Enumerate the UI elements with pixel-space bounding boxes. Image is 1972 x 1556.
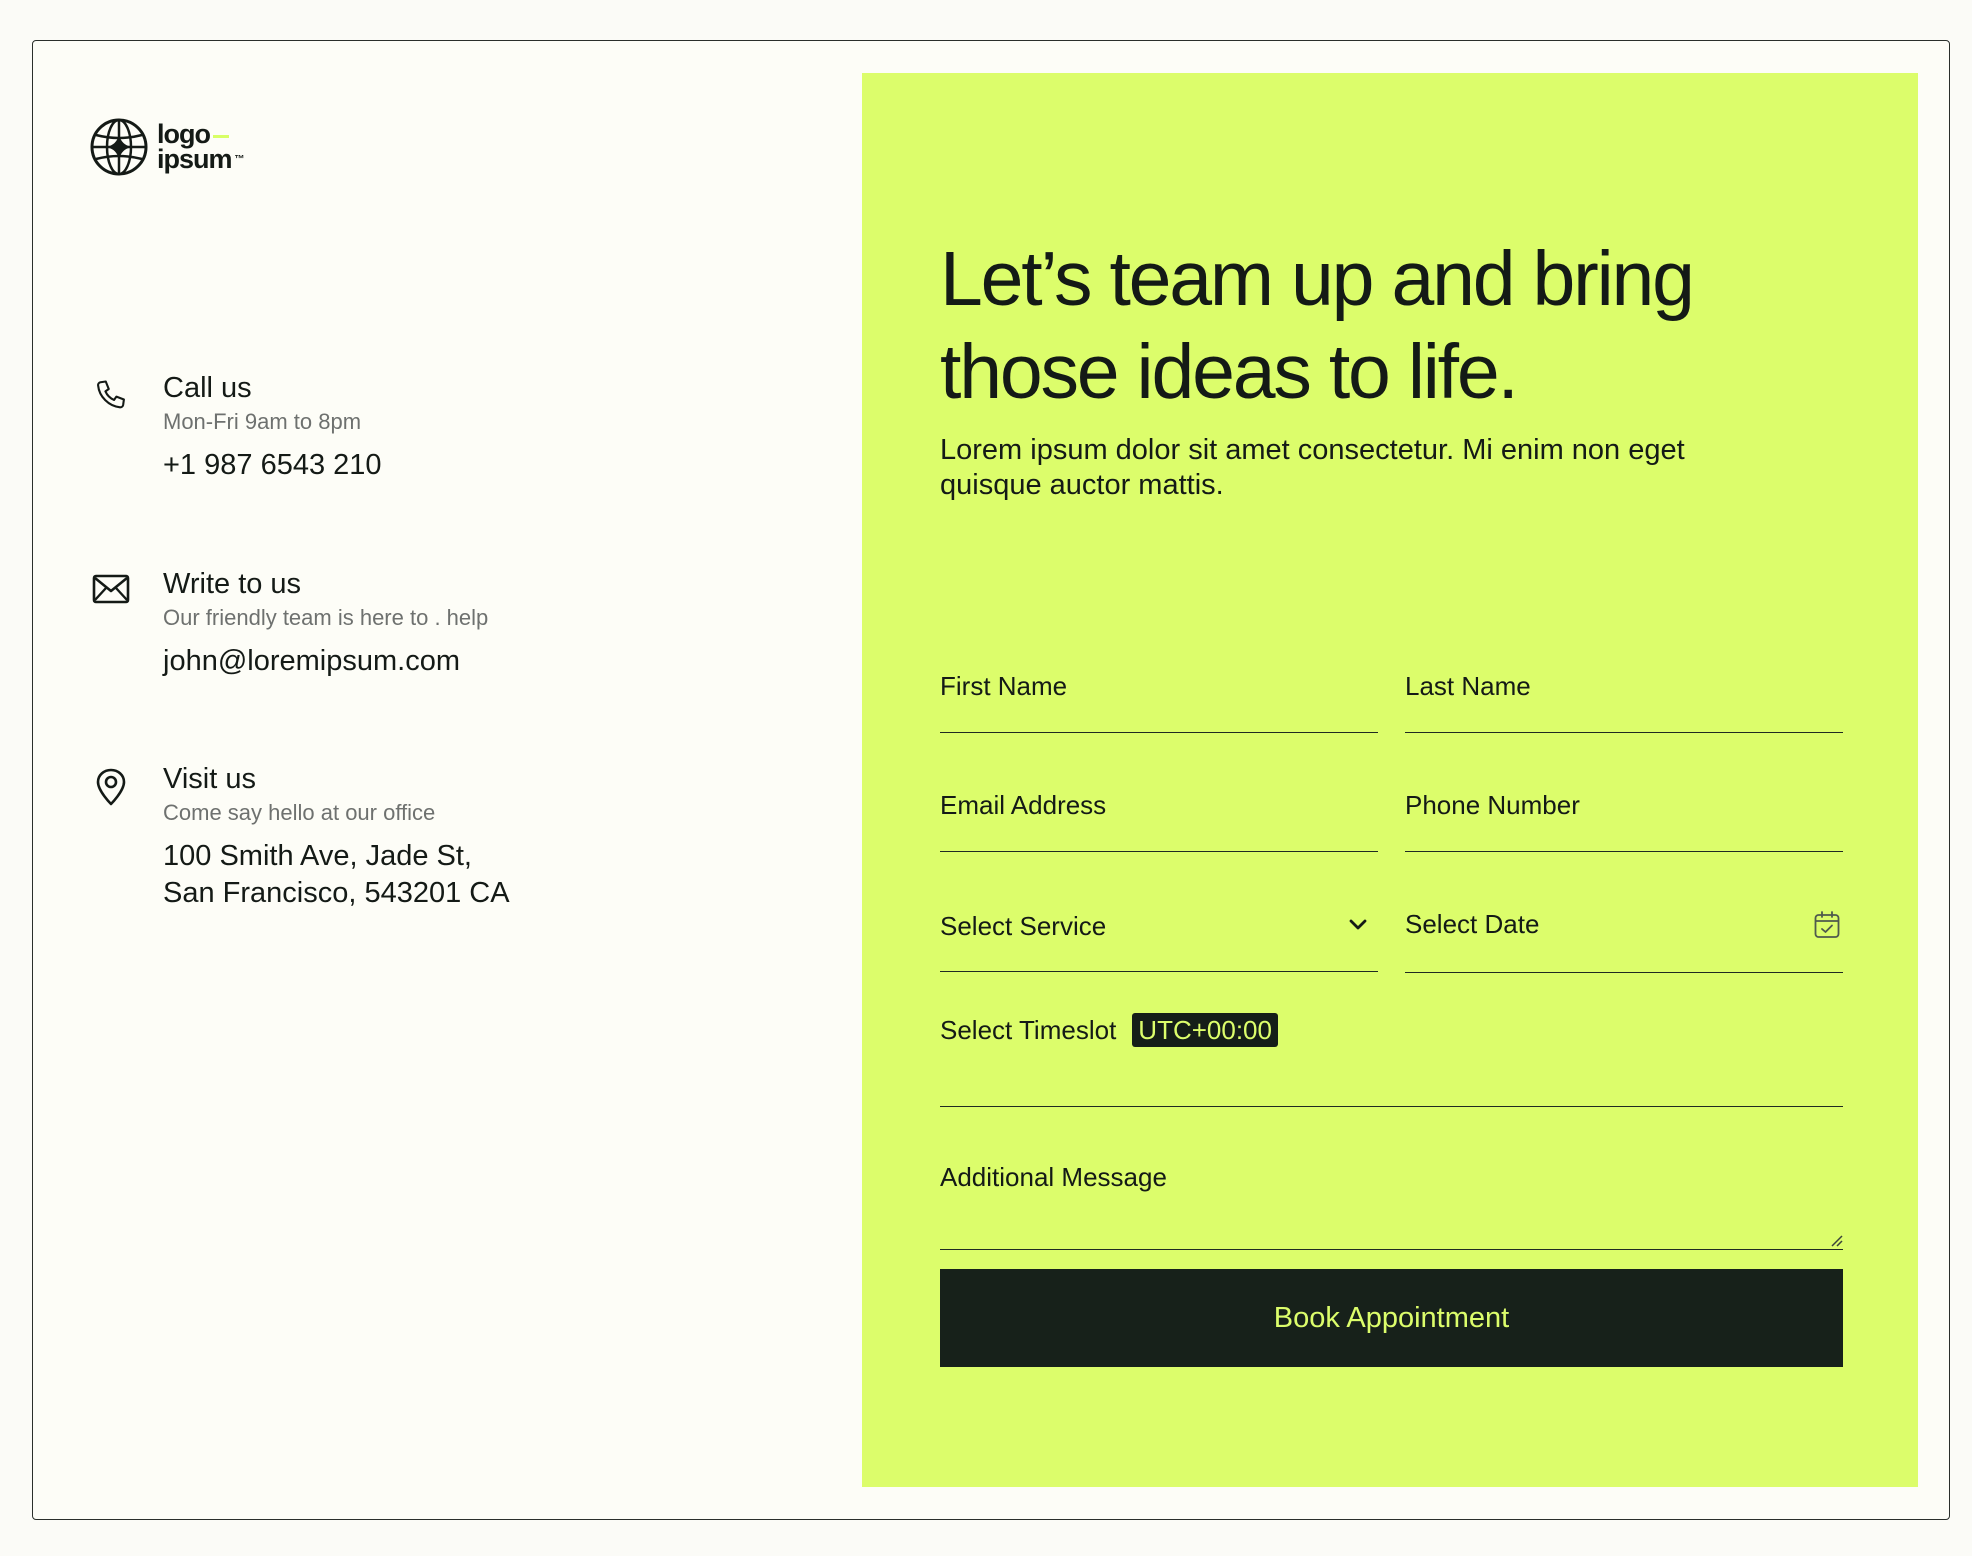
date-picker-field[interactable]: Select Date xyxy=(1405,870,1843,973)
email-label: Email Address xyxy=(940,790,1107,820)
map-pin-icon xyxy=(96,768,126,806)
timeslot-label: Select Timeslot xyxy=(940,1015,1117,1045)
phone-label: Phone Number xyxy=(1405,790,1580,820)
call-subtitle: Mon-Fri 9am to 8pm xyxy=(163,409,362,434)
logo-text-line2: ipsum xyxy=(157,144,233,174)
phone-number-link[interactable]: +1 987 6543 210 xyxy=(163,447,382,484)
service-select[interactable]: Select Service xyxy=(940,870,1378,972)
message-label: Additional Message xyxy=(940,1162,1167,1192)
booking-panel: Let’s team up and bring those ideas to l… xyxy=(862,73,1918,1487)
contact-call: Call us Mon-Fri 9am to 8pm +1 987 6543 2… xyxy=(89,371,382,484)
chevron-down-icon[interactable] xyxy=(1348,918,1368,932)
lead-line-2: quisque auctor mattis. xyxy=(940,469,1224,501)
last-name-label: Last Name xyxy=(1405,671,1531,701)
last-name-field[interactable]: Last Name xyxy=(1405,633,1843,733)
page-heading: Let’s team up and bring those ideas to l… xyxy=(940,233,1840,419)
timeslot-header: Select Timeslot UTC+00:00 xyxy=(940,1013,1278,1047)
date-label: Select Date xyxy=(1405,909,1540,939)
envelope-icon xyxy=(92,574,130,604)
address-line-2: San Francisco, 543201 CA xyxy=(163,877,510,909)
heading-line-2: those ideas to life. xyxy=(940,329,1519,415)
globe-logo-icon xyxy=(90,118,148,176)
visit-subtitle: Come say hello at our office xyxy=(163,800,436,825)
resize-handle-icon[interactable] xyxy=(1829,1233,1843,1247)
logo[interactable]: logo ipsum ™ xyxy=(89,117,245,177)
first-name-field[interactable]: First Name xyxy=(940,633,1378,733)
visit-title: Visit us xyxy=(163,763,256,795)
page-frame: logo ipsum ™ Call us Mon-Fri 9am to 8pm … xyxy=(32,40,1950,1520)
lead-line-1: Lorem ipsum dolor sit amet consectetur. … xyxy=(940,434,1685,466)
service-label: Select Service xyxy=(940,911,1107,941)
message-textarea[interactable]: Additional Message xyxy=(940,1123,1843,1250)
logo-trademark: ™ xyxy=(234,153,245,165)
timeslot-field[interactable]: Select Timeslot UTC+00:00 xyxy=(940,983,1843,1107)
call-title: Call us xyxy=(163,372,252,404)
phone-icon xyxy=(97,380,125,409)
book-appointment-button[interactable]: Book Appointment xyxy=(940,1269,1843,1367)
heading-line-1: Let’s team up and bring xyxy=(940,236,1695,322)
email-field[interactable]: Email Address xyxy=(940,751,1378,852)
write-title: Write to us xyxy=(163,568,302,600)
address-line-1: 100 Smith Ave, Jade St, xyxy=(163,840,472,872)
logo-accent-dash xyxy=(212,135,229,138)
phone-field[interactable]: Phone Number xyxy=(1405,751,1843,852)
lead-text: Lorem ipsum dolor sit amet consectetur. … xyxy=(940,433,1800,503)
office-address: 100 Smith Ave, Jade St, San Francisco, 5… xyxy=(163,838,510,912)
calendar-icon[interactable] xyxy=(1813,910,1841,940)
first-name-label: First Name xyxy=(940,671,1068,701)
timezone-badge: UTC+00:00 xyxy=(1132,1013,1278,1047)
contact-visit: Visit us Come say hello at our office 10… xyxy=(89,762,510,912)
contact-write: Write to us Our friendly team is here to… xyxy=(89,567,488,680)
email-link[interactable]: john@loremipsum.com xyxy=(163,643,488,680)
logo-wordmark: logo ipsum ™ xyxy=(157,121,245,174)
write-subtitle: Our friendly team is here to . help xyxy=(163,605,489,630)
